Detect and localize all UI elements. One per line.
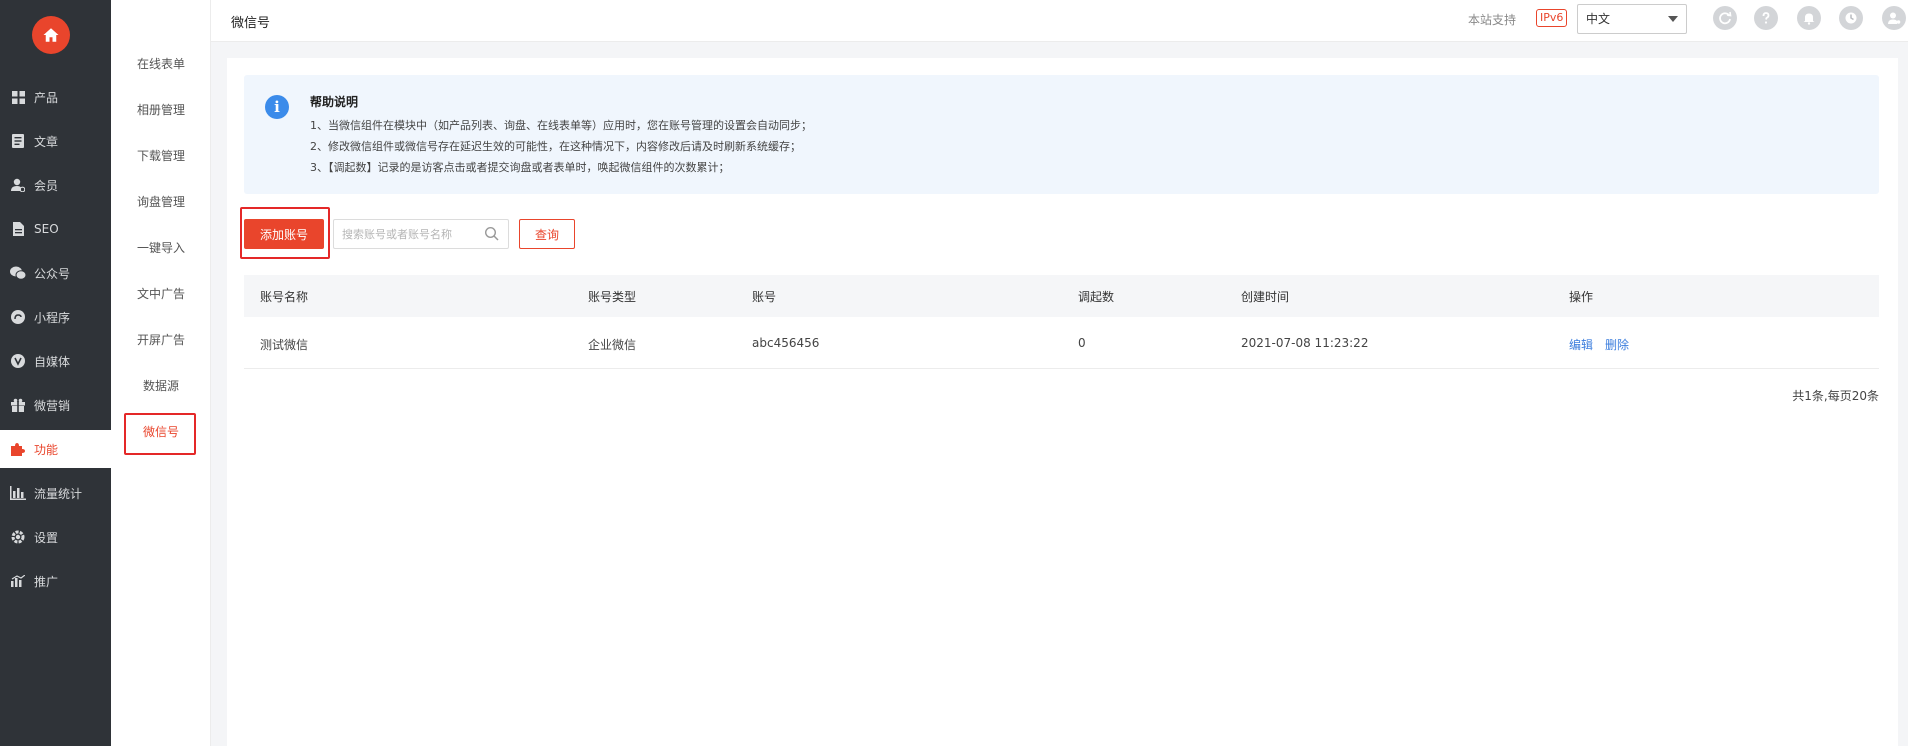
media-icon [10,353,26,369]
notification-button[interactable] [1797,6,1821,30]
nav-item-mini-program[interactable]: 小程序 [0,298,111,336]
history-button[interactable] [1839,6,1863,30]
help-line: 1、当微信组件在模块中（如产品列表、询盘、在线表单等）应用时，您在账号管理的设置… [310,119,812,132]
gift-icon [10,397,26,413]
nav-item-label: 公众号 [34,266,71,281]
subnav-item-splash-ad[interactable]: 开屏广告 [111,330,211,350]
content-card: i 帮助说明 1、当微信组件在模块中（如产品列表、询盘、在线表单等）应用时，您在… [227,58,1898,746]
nav-item-label: 会员 [34,178,59,193]
column-header: 账号 [752,290,777,304]
subnav-item-datasource[interactable]: 数据源 [111,376,211,396]
grid-icon [10,89,26,105]
column-header: 账号类型 [588,290,637,304]
pagination-info: 共1条,每页20条 [1792,389,1879,403]
edit-link[interactable]: 编辑 [1569,336,1593,353]
table-row: 测试微信 企业微信 abc456456 0 2021-07-08 11:23:2… [244,317,1879,369]
subnav-item-import[interactable]: 一键导入 [111,238,211,258]
help-line: 2、修改微信组件或微信号存在延迟生效的可能性，在这种情况下，内容修改后请及时刷新… [310,140,801,153]
subnav-item-online-form[interactable]: 在线表单 [111,54,211,74]
subnav-item-album[interactable]: 相册管理 [111,100,211,120]
chart-icon [10,485,26,501]
nav-item-function[interactable]: 功能 [0,430,111,468]
home-logo-button[interactable] [32,16,70,54]
ipv6-badge: IPv6 [1536,9,1568,27]
cell-created: 2021-07-08 11:23:22 [1241,336,1369,350]
nav-item-label: SEO [34,222,59,236]
user-icon [1888,12,1901,24]
nav-item-member[interactable]: 会员 [0,166,111,204]
delete-link[interactable]: 删除 [1605,336,1629,353]
info-icon: i [265,95,289,119]
nav-item-product[interactable]: 产品 [0,78,111,116]
nav-item-traffic-stats[interactable]: 流量统计 [0,474,111,512]
support-text: 本站支持 [1468,13,1517,27]
refresh-icon [1719,11,1732,25]
home-icon [43,28,59,42]
nav-item-label: 推广 [34,574,59,589]
seo-icon [10,221,26,237]
puzzle-icon [10,441,26,457]
column-header: 创建时间 [1241,290,1290,304]
add-account-button[interactable]: 添加账号 [244,219,324,249]
accounts-table: 账号名称 账号类型 账号 调起数 创建时间 操作 测试微信 企业微信 abc45… [244,275,1879,369]
article-icon [10,133,26,149]
help-line: 3、【调起数】记录的是访客点击或者提交询盘或者表单时，唤起微信组件的次数累计； [310,161,730,174]
highlight-box [124,413,196,455]
wechat-icon [10,265,26,281]
gear-icon [10,529,26,545]
question-icon [1762,12,1770,24]
column-header: 操作 [1569,290,1594,304]
help-button[interactable] [1754,6,1778,30]
nav-item-wechat-official[interactable]: 公众号 [0,254,111,292]
nav-item-settings[interactable]: 设置 [0,518,111,556]
subnav-item-inquiry[interactable]: 询盘管理 [111,192,211,212]
search-input[interactable] [333,219,509,249]
cell-type: 企业微信 [588,338,637,352]
language-select[interactable]: 中文 [1577,4,1687,34]
nav-item-self-media[interactable]: 自媒体 [0,342,111,380]
clock-icon [1845,12,1857,24]
nav-item-micro-marketing[interactable]: 微营销 [0,386,111,424]
member-icon [10,177,26,193]
column-header: 调起数 [1078,290,1115,304]
nav-item-label: 自媒体 [34,354,71,369]
account-button[interactable] [1882,6,1906,30]
help-panel: i 帮助说明 1、当微信组件在模块中（如产品列表、询盘、在线表单等）应用时，您在… [244,75,1879,194]
column-header: 账号名称 [260,290,309,304]
page-title: 微信号 [231,16,271,31]
caret-down-icon [1668,16,1678,22]
bell-icon [1803,13,1815,25]
help-title: 帮助说明 [310,95,359,109]
nav-item-promote[interactable]: 推广 [0,562,111,600]
main-sidebar: 产品 文章 会员 SEO 公众号 小程序 自媒体 微营销 功能 流量统计 设置 [0,0,111,746]
subnav-item-download[interactable]: 下载管理 [111,146,211,166]
refresh-button[interactable] [1713,6,1737,30]
nav-item-label: 微营销 [34,398,71,413]
nav-item-label: 小程序 [34,310,71,325]
top-header: 微信号 本站支持 IPv6 中文 [211,0,1908,42]
nav-item-seo[interactable]: SEO [0,210,111,248]
mini-program-icon [10,309,26,325]
cell-account: abc456456 [752,336,820,350]
nav-item-label: 设置 [34,530,59,545]
nav-item-label: 文章 [34,134,59,149]
nav-item-label: 功能 [34,442,59,457]
query-button[interactable]: 查询 [519,219,575,249]
nav-item-label: 流量统计 [34,486,83,501]
table-header: 账号名称 账号类型 账号 调起数 创建时间 操作 [244,275,1879,317]
subnav-item-inline-ad[interactable]: 文中广告 [111,284,211,304]
sub-sidebar: 在线表单 相册管理 下载管理 询盘管理 一键导入 文中广告 开屏广告 数据源 微… [111,0,211,746]
nav-item-label: 产品 [34,90,59,105]
nav-item-article[interactable]: 文章 [0,122,111,160]
language-value: 中文 [1586,12,1611,26]
search-icon[interactable] [484,226,500,242]
promote-icon [10,573,26,589]
cell-calls: 0 [1078,336,1086,350]
cell-name: 测试微信 [260,338,309,352]
